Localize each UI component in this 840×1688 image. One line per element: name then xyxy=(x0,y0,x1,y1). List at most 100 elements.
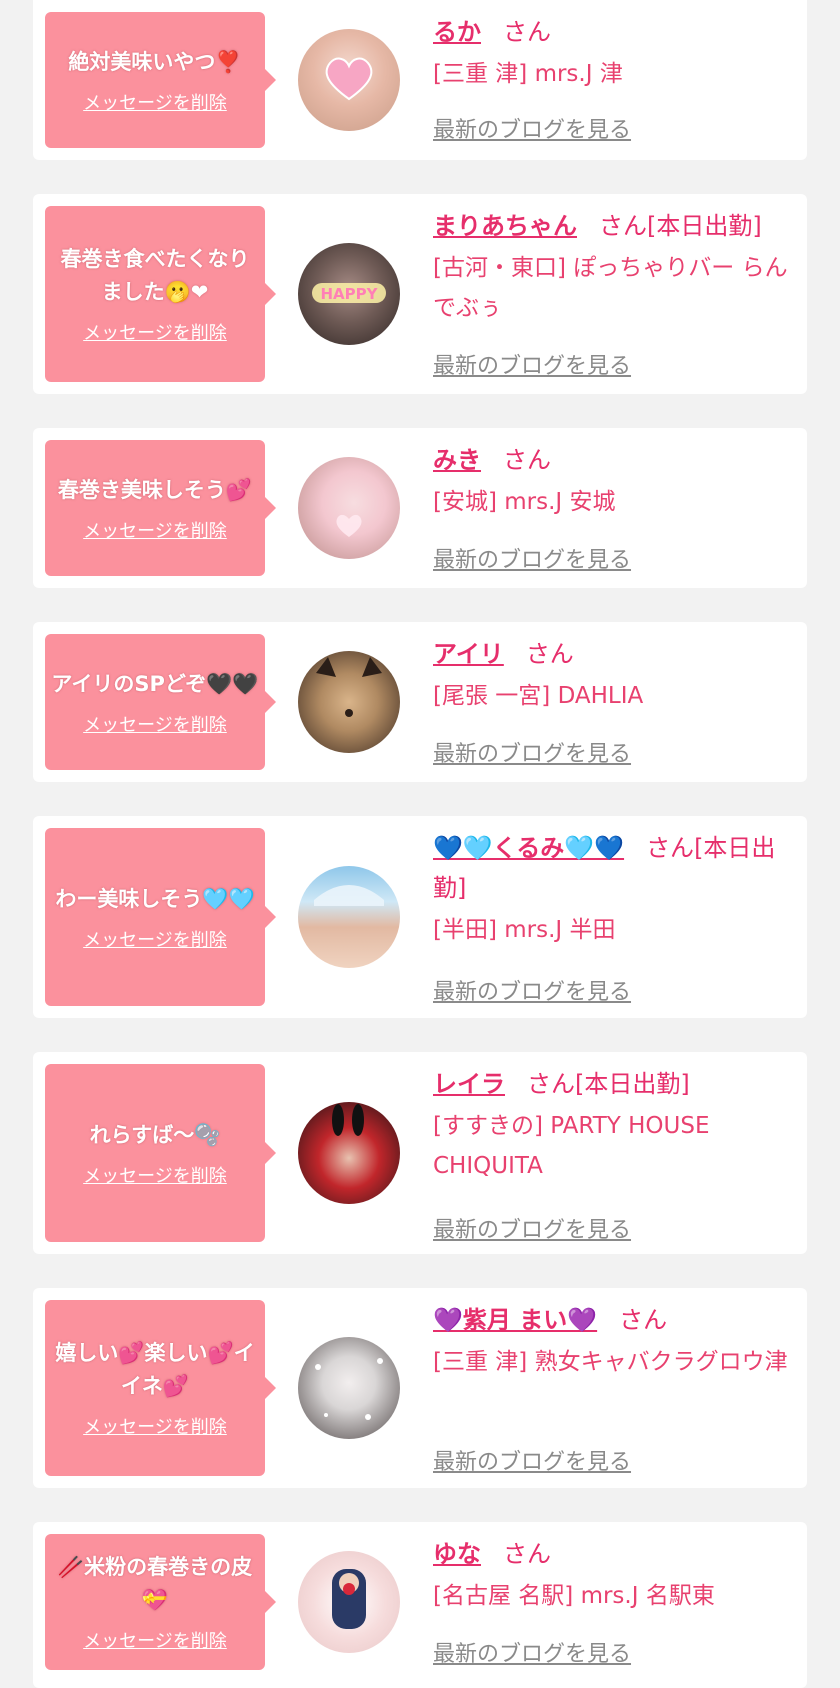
latest-blog-link[interactable]: 最新のブログを見る xyxy=(433,1212,631,1244)
honorific: さん xyxy=(619,1306,668,1334)
cast-name-link[interactable]: まりあちゃん xyxy=(433,212,577,240)
comment-text: 絶対美味いやつ❣️ xyxy=(68,49,242,74)
comment-text: 嬉しい💕楽しい💕イイネ💕 xyxy=(55,1341,255,1398)
delete-message-link[interactable]: メッセージを削除 xyxy=(83,517,227,543)
name-line: ゆな さん xyxy=(433,1534,795,1574)
latest-blog-link[interactable]: 最新のブログを見る xyxy=(433,542,631,574)
message-card: 嬉しい💕楽しい💕イイネ💕 メッセージを削除 💜紫月 まい💜 さん [三重 津] 熟… xyxy=(33,1288,807,1488)
delete-message-link[interactable]: メッセージを削除 xyxy=(83,1162,227,1188)
shop-info: [安城] mrs.J 安城 xyxy=(433,489,616,515)
sparkle-icon xyxy=(315,1358,383,1420)
honorific: さん xyxy=(646,834,695,862)
cast-info: レイラ さん[本日出勤] [すすきの] PARTY HOUSE CHIQUITA xyxy=(433,1064,795,1186)
avatar[interactable] xyxy=(298,866,400,968)
honorific: さん xyxy=(503,446,551,474)
comment-bubble: アイリのSPどぞ🖤🖤 メッセージを削除 xyxy=(45,634,276,770)
latest-blog-link[interactable]: 最新のブログを見る xyxy=(433,736,631,768)
svg-text:HAPPY: HAPPY xyxy=(320,285,378,303)
latest-blog-link[interactable]: 最新のブログを見る xyxy=(433,348,631,380)
latest-blog-link[interactable]: 最新のブログを見る xyxy=(433,974,631,1006)
avatar[interactable] xyxy=(298,1102,400,1204)
latest-blog-link[interactable]: 最新のブログを見る xyxy=(433,1444,631,1476)
comment-bubble: れらすば〜🫧 メッセージを削除 xyxy=(45,1064,276,1242)
name-line: みき さん xyxy=(433,440,795,480)
cast-info: 💜紫月 まい💜 さん [三重 津] 熟女キャバクラグロウ津 xyxy=(433,1300,795,1382)
comment-text: 春巻き美味しそう💕 xyxy=(57,477,253,502)
latest-blog-link[interactable]: 最新のブログを見る xyxy=(433,112,631,144)
cast-name-link[interactable]: レイラ xyxy=(433,1070,505,1098)
comment-text: アイリのSPどぞ🖤🖤 xyxy=(51,671,259,696)
shop-info: [半田] mrs.J 半田 xyxy=(433,917,616,943)
comment-bubble: 🥢米粉の春巻きの皮💝 メッセージを削除 xyxy=(45,1534,276,1670)
name-line: 💜紫月 まい💜 さん xyxy=(433,1300,795,1340)
comment-text: れらすば〜🫧 xyxy=(89,1122,221,1147)
honorific: さん xyxy=(503,1540,551,1568)
status-text: [本日出勤] xyxy=(575,1070,690,1098)
cast-info: みき さん [安城] mrs.J 安城 xyxy=(433,440,795,522)
name-line: アイリ さん xyxy=(433,634,795,674)
happy-sticker-icon: HAPPY xyxy=(312,283,386,303)
cast-info: アイリ さん [尾張 一宮] DAHLIA xyxy=(433,634,795,716)
shop-info: [三重 津] 熟女キャバクラグロウ津 xyxy=(433,1349,788,1375)
bunny-ears-icon xyxy=(332,1104,364,1136)
comment-text: 春巻き食べたくなりました🫢❤ xyxy=(60,247,250,304)
comment-bubble: 春巻き食べたくなりました🫢❤ メッセージを削除 xyxy=(45,206,276,382)
message-card: わー美味しそう🩵🩵 メッセージを削除 💙🩵くるみ🩵💙 さん[本日出勤] [半田] … xyxy=(33,816,807,1018)
message-card: 春巻き食べたくなりました🫢❤ メッセージを削除 HAPPY まりあちゃん さん[本… xyxy=(33,194,807,394)
heart-sticker-icon xyxy=(325,57,373,101)
cast-name-link[interactable]: 💜紫月 まい💜 xyxy=(433,1306,597,1334)
cast-name-link[interactable]: るか xyxy=(433,18,481,46)
comment-bubble: 春巻き美味しそう💕 メッセージを削除 xyxy=(45,440,276,576)
person-photo-icon xyxy=(332,1569,366,1629)
cast-name-link[interactable]: みき xyxy=(433,446,481,474)
honorific: さん xyxy=(527,1070,575,1098)
comment-bubble: わー美味しそう🩵🩵 メッセージを削除 xyxy=(45,828,276,1006)
cap-icon xyxy=(314,885,384,906)
message-card: 春巻き美味しそう💕 メッセージを削除 みき さん [安城] mrs.J 安城 最新… xyxy=(33,428,807,588)
honorific: さん xyxy=(503,18,551,46)
cast-name-link[interactable]: ゆな xyxy=(433,1540,481,1568)
comment-bubble: 絶対美味いやつ❣️ メッセージを削除 xyxy=(45,12,276,148)
cast-info: 💙🩵くるみ🩵💙 さん[本日出勤] [半田] mrs.J 半田 xyxy=(433,828,795,950)
name-line: るか さん xyxy=(433,12,795,52)
cat-filter-icon xyxy=(316,657,382,717)
comment-text: わー美味しそう🩵🩵 xyxy=(55,886,255,911)
status-text: [本日出勤] xyxy=(647,212,762,240)
cast-name-link[interactable]: 💙🩵くるみ🩵💙 xyxy=(433,834,624,862)
shop-info: [古河・東口] ぽっちゃりバー らんでぶぅ xyxy=(433,255,788,321)
heart-sticker-icon xyxy=(336,514,362,537)
shop-info: [名古屋 名駅] mrs.J 名駅東 xyxy=(433,1583,715,1609)
avatar[interactable] xyxy=(298,1551,400,1653)
delete-message-link[interactable]: メッセージを削除 xyxy=(83,711,227,737)
cast-info: ゆな さん [名古屋 名駅] mrs.J 名駅東 xyxy=(433,1534,795,1616)
honorific: さん xyxy=(599,212,647,240)
comment-bubble: 嬉しい💕楽しい💕イイネ💕 メッセージを削除 xyxy=(45,1300,276,1476)
message-card: れらすば〜🫧 メッセージを削除 レイラ さん[本日出勤] [すすきの] PARTY… xyxy=(33,1052,807,1254)
cast-info: るか さん [三重 津] mrs.J 津 xyxy=(433,12,795,94)
shop-info: [尾張 一宮] DAHLIA xyxy=(433,683,644,709)
shop-info: [すすきの] PARTY HOUSE CHIQUITA xyxy=(433,1113,710,1179)
avatar[interactable] xyxy=(298,457,400,559)
cast-name-link[interactable]: アイリ xyxy=(433,640,504,668)
honorific: さん xyxy=(525,640,574,668)
delete-message-link[interactable]: メッセージを削除 xyxy=(83,926,227,952)
name-line: レイラ さん[本日出勤] xyxy=(433,1064,795,1104)
delete-message-link[interactable]: メッセージを削除 xyxy=(83,319,227,345)
name-line: 💙🩵くるみ🩵💙 さん[本日出勤] xyxy=(433,828,795,908)
delete-message-link[interactable]: メッセージを削除 xyxy=(83,1413,227,1439)
delete-message-link[interactable]: メッセージを削除 xyxy=(83,1627,227,1653)
avatar[interactable] xyxy=(298,651,400,753)
comment-text: 🥢米粉の春巻きの皮💝 xyxy=(57,1555,253,1612)
name-line: まりあちゃん さん[本日出勤] xyxy=(433,206,795,246)
shop-info: [三重 津] mrs.J 津 xyxy=(433,61,623,87)
message-list: 絶対美味いやつ❣️ メッセージを削除 るか さん [三重 津] mrs.J 津 最… xyxy=(0,0,840,1688)
avatar[interactable] xyxy=(298,29,400,131)
message-card: アイリのSPどぞ🖤🖤 メッセージを削除 アイリ さん [尾張 一宮] DAHLIA… xyxy=(33,622,807,782)
message-card: 絶対美味いやつ❣️ メッセージを削除 るか さん [三重 津] mrs.J 津 最… xyxy=(33,0,807,160)
avatar[interactable]: HAPPY xyxy=(298,243,400,345)
cast-info: まりあちゃん さん[本日出勤] [古河・東口] ぽっちゃりバー らんでぶぅ xyxy=(433,206,795,328)
latest-blog-link[interactable]: 最新のブログを見る xyxy=(433,1636,631,1668)
message-card: 🥢米粉の春巻きの皮💝 メッセージを削除 ゆな さん [名古屋 名駅] mrs.J … xyxy=(33,1522,807,1688)
avatar[interactable] xyxy=(298,1337,400,1439)
delete-message-link[interactable]: メッセージを削除 xyxy=(83,89,227,115)
